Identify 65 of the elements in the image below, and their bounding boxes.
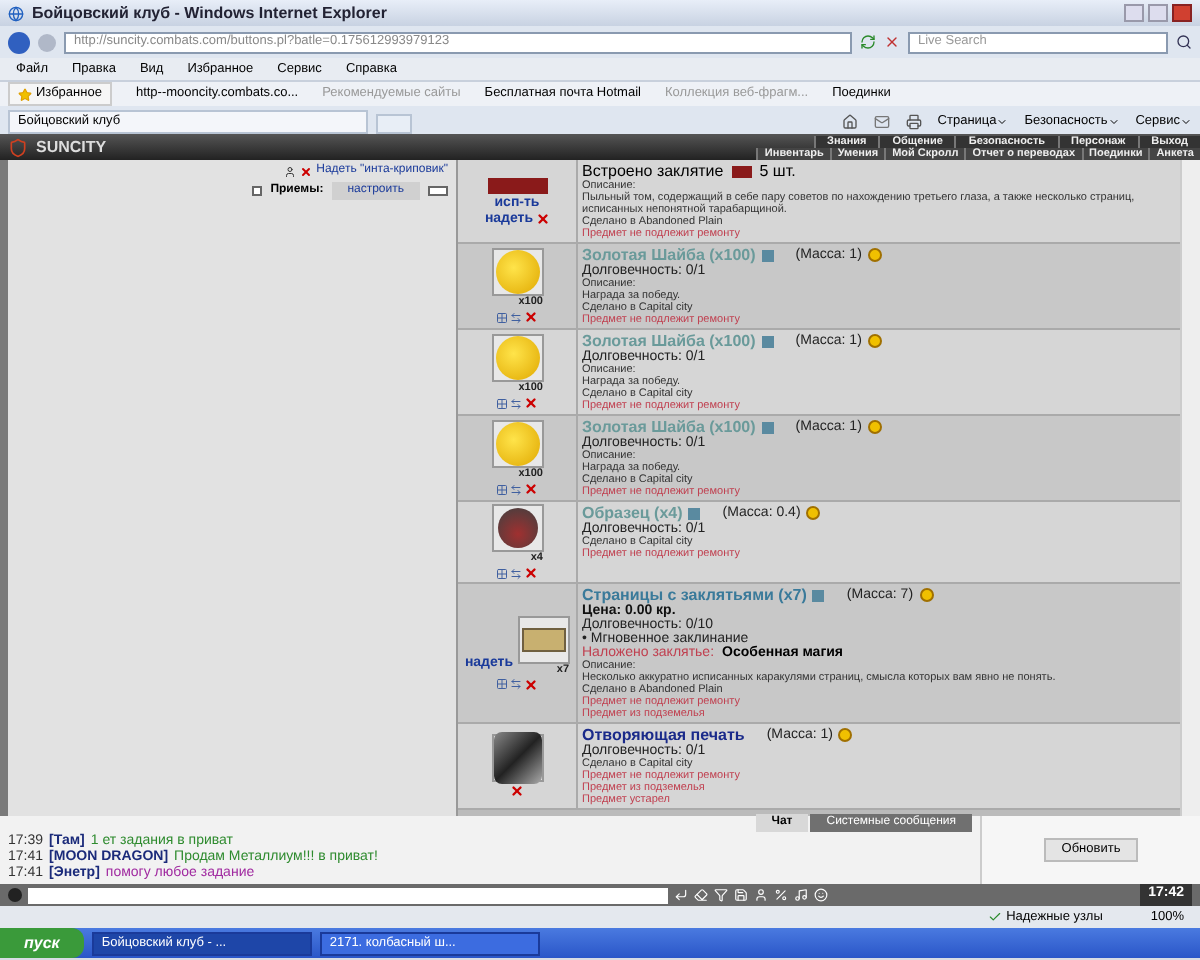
coin-icon	[867, 420, 882, 434]
stop-icon[interactable]	[884, 34, 900, 50]
info-icon	[761, 421, 774, 433]
back-button[interactable]	[8, 31, 30, 53]
grid-icon[interactable]	[496, 678, 508, 690]
music-icon[interactable]	[794, 888, 808, 902]
info-icon	[761, 335, 774, 347]
info-icon	[688, 507, 701, 519]
browser-icon	[8, 5, 24, 21]
start-button[interactable]: пуск	[0, 928, 84, 958]
caret-icon	[1107, 116, 1120, 128]
logo-icon	[8, 137, 28, 157]
grid-icon[interactable]	[496, 483, 508, 495]
delete-icon[interactable]	[535, 211, 550, 225]
remove-icon[interactable]	[300, 165, 313, 177]
book-picture	[487, 177, 547, 193]
swap-icon[interactable]	[510, 311, 522, 323]
delete-icon[interactable]	[524, 310, 538, 324]
expand-icon[interactable]	[252, 186, 263, 196]
delete-icon[interactable]	[524, 396, 538, 410]
item-name[interactable]: Отворяющая печать	[582, 727, 745, 743]
search-icon[interactable]	[1176, 34, 1192, 50]
save-icon[interactable]	[734, 888, 748, 902]
home-icon[interactable]	[841, 114, 858, 130]
check-icon	[988, 910, 1003, 924]
item-text: 5 шт.	[759, 162, 796, 180]
delete-icon[interactable]	[510, 784, 524, 798]
book-icon	[731, 165, 752, 177]
coin-icon	[806, 506, 821, 520]
coin-icon	[867, 248, 882, 262]
figure-icon	[284, 165, 297, 177]
head-icon	[8, 888, 22, 902]
swap-icon[interactable]	[510, 678, 522, 690]
percent-icon[interactable]	[774, 888, 788, 902]
delete-icon[interactable]	[524, 482, 538, 496]
enter-icon[interactable]	[674, 888, 688, 902]
eraser-icon[interactable]	[694, 888, 708, 902]
swap-icon[interactable]	[510, 397, 522, 409]
item-text: Встроено заклятие	[582, 162, 724, 180]
info-icon	[812, 589, 825, 601]
chat-input[interactable]	[28, 887, 668, 903]
filter-icon[interactable]	[714, 888, 728, 902]
coin-icon	[838, 728, 853, 742]
star-icon	[18, 87, 32, 101]
delete-icon[interactable]	[524, 677, 538, 691]
window-title: Бойцовский клуб - Windows Internet Explorer	[32, 1, 387, 25]
grid-icon[interactable]	[496, 397, 508, 409]
game-logo: SUNCITY	[36, 135, 107, 159]
coin-icon	[919, 588, 934, 602]
info-icon	[761, 249, 774, 261]
grid-icon[interactable]	[496, 311, 508, 323]
caret-icon	[1180, 116, 1192, 128]
person-icon[interactable]	[754, 888, 768, 902]
delete-icon[interactable]	[524, 566, 538, 580]
toggle-icon[interactable]	[428, 186, 448, 196]
coin-icon	[867, 334, 882, 348]
smile-icon[interactable]	[814, 888, 828, 902]
print-icon[interactable]	[905, 114, 922, 130]
mail-icon[interactable]	[873, 114, 890, 130]
grid-icon[interactable]	[496, 567, 508, 579]
caret-icon	[996, 116, 1009, 128]
pages-picture	[521, 627, 566, 651]
swap-icon[interactable]	[510, 567, 522, 579]
refresh-icon[interactable]	[860, 34, 876, 50]
swap-icon[interactable]	[510, 483, 522, 495]
